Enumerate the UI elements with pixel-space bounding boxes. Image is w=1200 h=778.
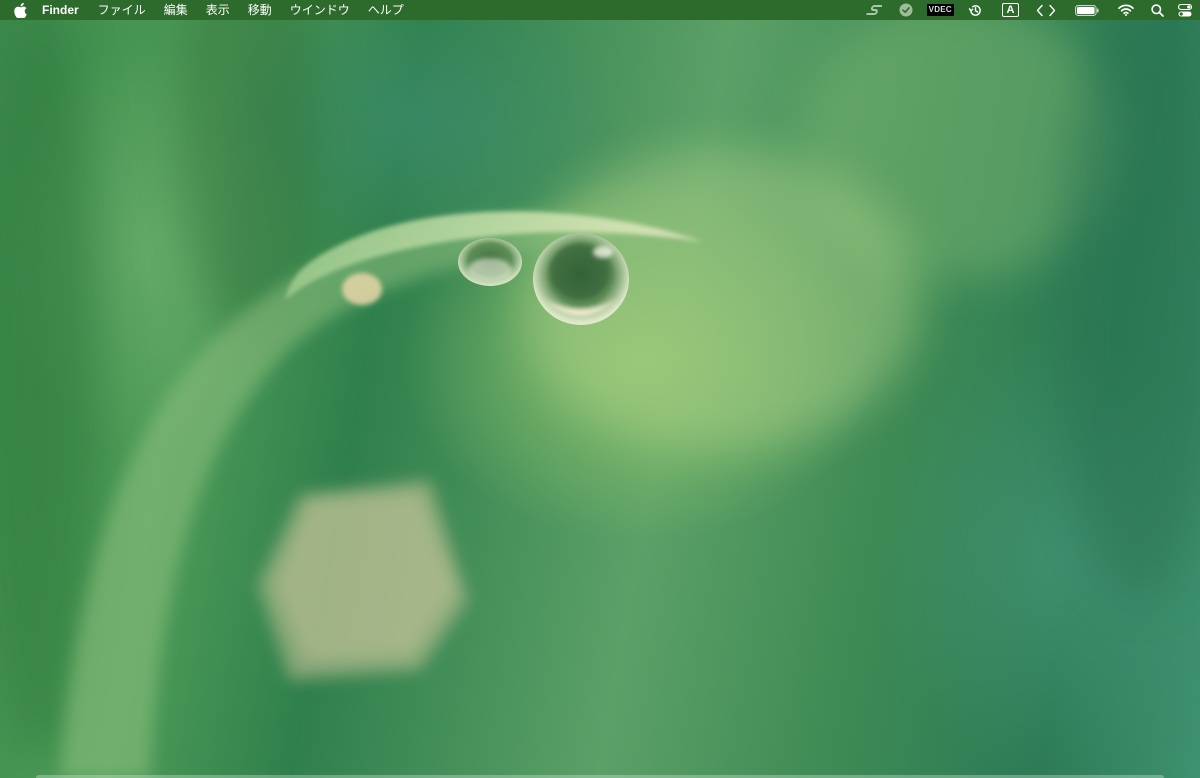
- input-source-label: A: [1002, 3, 1019, 17]
- battery-icon[interactable]: [1075, 0, 1099, 20]
- menu-view[interactable]: 表示: [197, 0, 239, 20]
- vpn-icon[interactable]: VDEC: [926, 0, 954, 20]
- menu-go[interactable]: 移動: [239, 0, 281, 20]
- input-source-icon[interactable]: A: [1002, 0, 1019, 20]
- menu-bar: Finder ファイル 編集 表示 移動 ウインドウ ヘルプ VDEC A: [0, 0, 1200, 20]
- scrivener-s-icon[interactable]: [865, 0, 882, 20]
- menu-bar-left: Finder ファイル 編集 表示 移動 ウインドウ ヘルプ: [0, 0, 413, 20]
- control-center-icon[interactable]: [1178, 0, 1192, 20]
- menu-help[interactable]: ヘルプ: [359, 0, 413, 20]
- wifi-icon[interactable]: [1118, 0, 1134, 20]
- code-brackets-icon[interactable]: [1036, 0, 1056, 20]
- menu-edit[interactable]: 編集: [155, 0, 197, 20]
- desktop-wallpaper: [0, 0, 1200, 778]
- menu-bar-status-area: VDEC A: [859, 0, 1200, 20]
- time-machine-icon[interactable]: [968, 0, 983, 20]
- apple-icon[interactable]: [0, 0, 37, 20]
- app-menu-finder[interactable]: Finder: [37, 0, 89, 20]
- menu-window[interactable]: ウインドウ: [281, 0, 359, 20]
- shield-check-icon[interactable]: [899, 0, 913, 20]
- search-icon[interactable]: [1151, 0, 1164, 20]
- wallpaper-art: [0, 0, 1200, 778]
- menu-file[interactable]: ファイル: [89, 0, 155, 20]
- vpn-label: VDEC: [926, 4, 954, 16]
